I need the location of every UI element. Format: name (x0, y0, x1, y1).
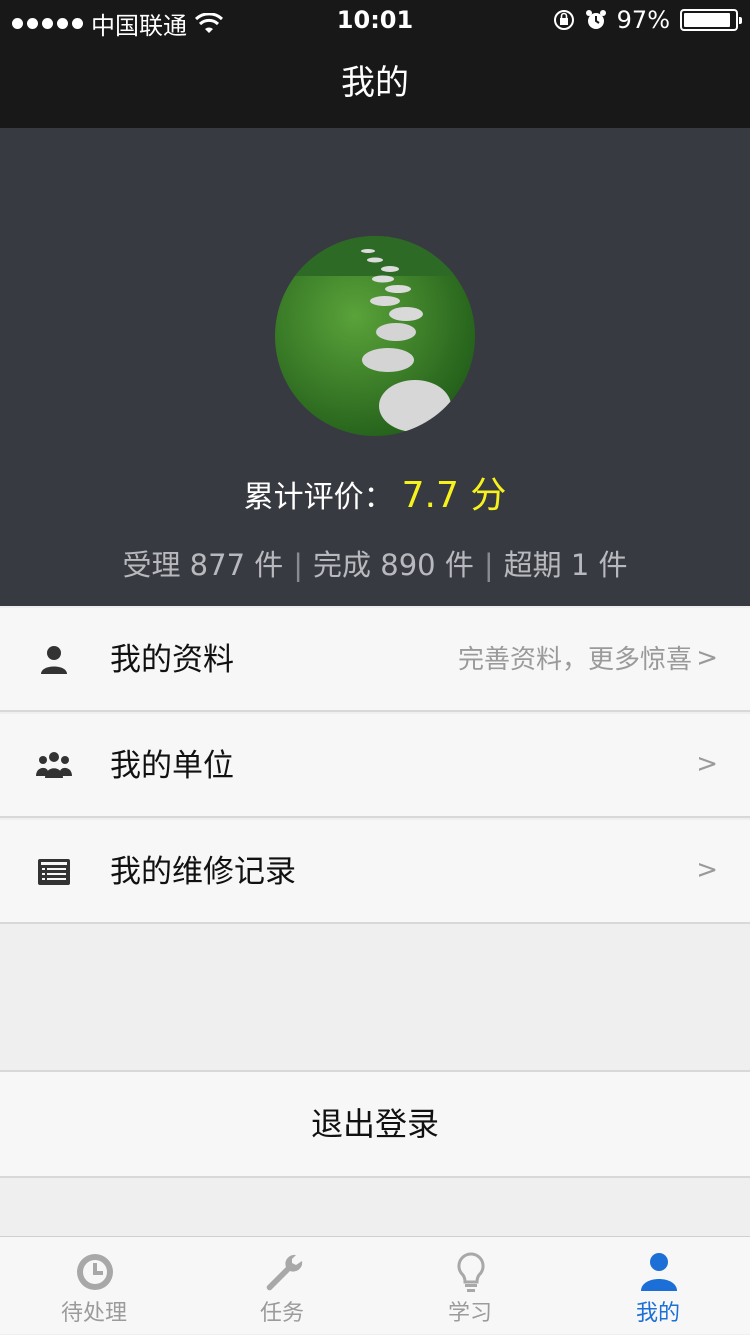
chevron-right-icon: > (696, 749, 718, 779)
nav-bar: 我的 (0, 40, 750, 128)
tab-pending[interactable]: 待处理 (0, 1237, 188, 1335)
person-icon (41, 646, 67, 674)
battery-icon (680, 9, 742, 31)
rating-label: 累计评价： (243, 480, 394, 515)
menu-label: 我的单位 (110, 748, 234, 784)
menu-label: 我的资料 (110, 642, 234, 678)
menu-item-repair-records[interactable]: 我的维修记录 > (0, 820, 750, 924)
menu-label: 我的维修记录 (110, 854, 296, 890)
logout-button[interactable]: 退出登录 (0, 1070, 750, 1178)
list-icon (38, 859, 70, 885)
group-icon (36, 752, 72, 778)
bulb-icon (457, 1252, 485, 1292)
tab-mine[interactable]: 我的 (564, 1237, 750, 1335)
rotation-lock-icon (553, 10, 574, 30)
status-right: 97% (553, 6, 742, 34)
rating-score: 7.7 分 (401, 475, 507, 516)
battery-percent: 97% (616, 6, 670, 34)
tab-label: 任务 (259, 1301, 304, 1326)
wrench-icon (266, 1254, 303, 1291)
tab-label: 我的 (635, 1301, 680, 1326)
avatar[interactable] (275, 236, 475, 436)
stats-line: 受理 877 件 | 完成 890 件 | 超期 1 件 (0, 542, 750, 584)
person-icon (641, 1253, 677, 1291)
menu-hint: 完善资料，更多惊喜 (457, 645, 692, 675)
stat-accepted: 受理 877 件 (122, 548, 284, 582)
menu-item-my-unit[interactable]: 我的单位 > (0, 714, 750, 818)
stat-separator: | (293, 548, 304, 582)
stat-completed: 完成 890 件 (313, 548, 474, 582)
stat-overdue: 超期 1 件 (503, 548, 628, 582)
tab-bar: 待处理 任务 学习 我的 (0, 1236, 750, 1334)
tab-label: 待处理 (60, 1301, 127, 1326)
chevron-right-icon: > (696, 643, 718, 673)
profile-header: 累计评价： 7.7 分 受理 877 件 | 完成 890 件 | 超期 1 件 (0, 128, 750, 606)
menu-item-my-profile[interactable]: 我的资料 完善资料，更多惊喜 > (0, 608, 750, 712)
avatar-image (275, 236, 475, 436)
stat-separator: | (483, 548, 494, 582)
tab-label: 学习 (447, 1301, 492, 1326)
chevron-right-icon: > (696, 855, 718, 885)
page-title: 我的 (341, 63, 409, 103)
alarm-icon (585, 10, 606, 29)
tab-tasks[interactable]: 任务 (188, 1237, 376, 1335)
tab-study[interactable]: 学习 (376, 1237, 564, 1335)
status-bar: 中国联通 10:01 97% (0, 0, 750, 40)
rating-line: 累计评价： 7.7 分 (0, 466, 750, 518)
clock-icon (77, 1254, 113, 1290)
